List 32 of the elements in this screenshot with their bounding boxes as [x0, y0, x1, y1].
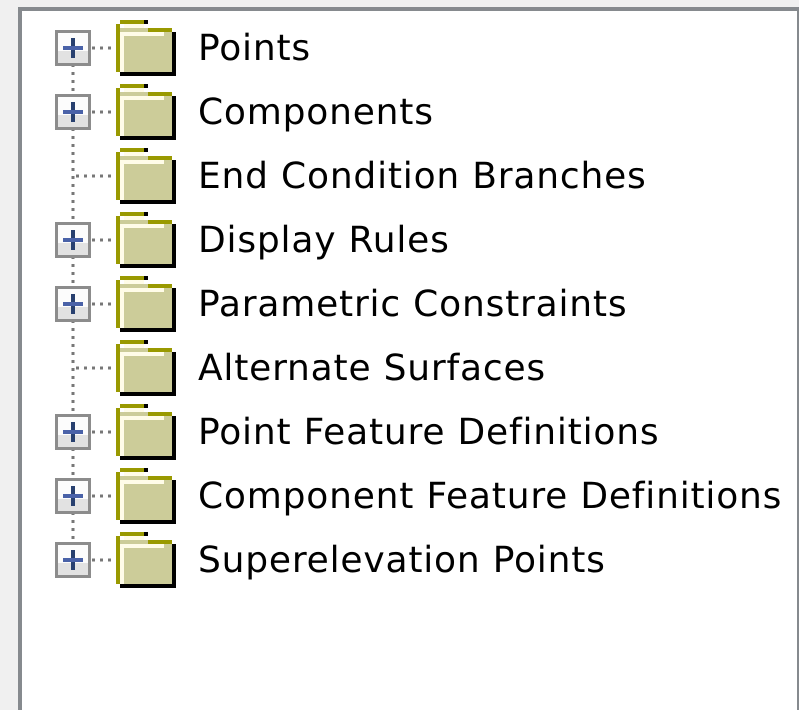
expand-button[interactable]: [55, 94, 91, 130]
folder-icon: [116, 148, 176, 204]
expand-button[interactable]: [55, 478, 91, 514]
tree-item-label[interactable]: Component Feature Definitions: [198, 476, 782, 516]
tree-item-label[interactable]: Components: [198, 92, 434, 132]
tree-item-label[interactable]: Superelevation Points: [198, 540, 606, 580]
expand-button[interactable]: [55, 286, 91, 322]
tree-item-label[interactable]: Points: [198, 28, 311, 68]
folder-icon: [116, 404, 176, 460]
tree-item-label[interactable]: Point Feature Definitions: [198, 412, 660, 452]
plus-icon: [63, 102, 83, 122]
plus-icon: [63, 422, 83, 442]
plus-icon: [63, 230, 83, 250]
folder-icon: [116, 20, 176, 76]
tree-item-label[interactable]: End Condition Branches: [198, 156, 647, 196]
folder-icon: [116, 84, 176, 140]
expand-button[interactable]: [55, 222, 91, 258]
expand-button[interactable]: [55, 30, 91, 66]
expand-button[interactable]: [55, 414, 91, 450]
plus-icon: [63, 486, 83, 506]
plus-icon: [63, 550, 83, 570]
tree-item-label[interactable]: Display Rules: [198, 220, 450, 260]
folder-icon: [116, 532, 176, 588]
folder-icon: [116, 276, 176, 332]
folder-icon: [116, 468, 176, 524]
plus-icon: [63, 38, 83, 58]
tree-item-label[interactable]: Alternate Surfaces: [198, 348, 546, 388]
folder-icon: [116, 340, 176, 396]
plus-icon: [63, 294, 83, 314]
tree-item-label[interactable]: Parametric Constraints: [198, 284, 628, 324]
folder-icon: [116, 212, 176, 268]
expand-button[interactable]: [55, 542, 91, 578]
